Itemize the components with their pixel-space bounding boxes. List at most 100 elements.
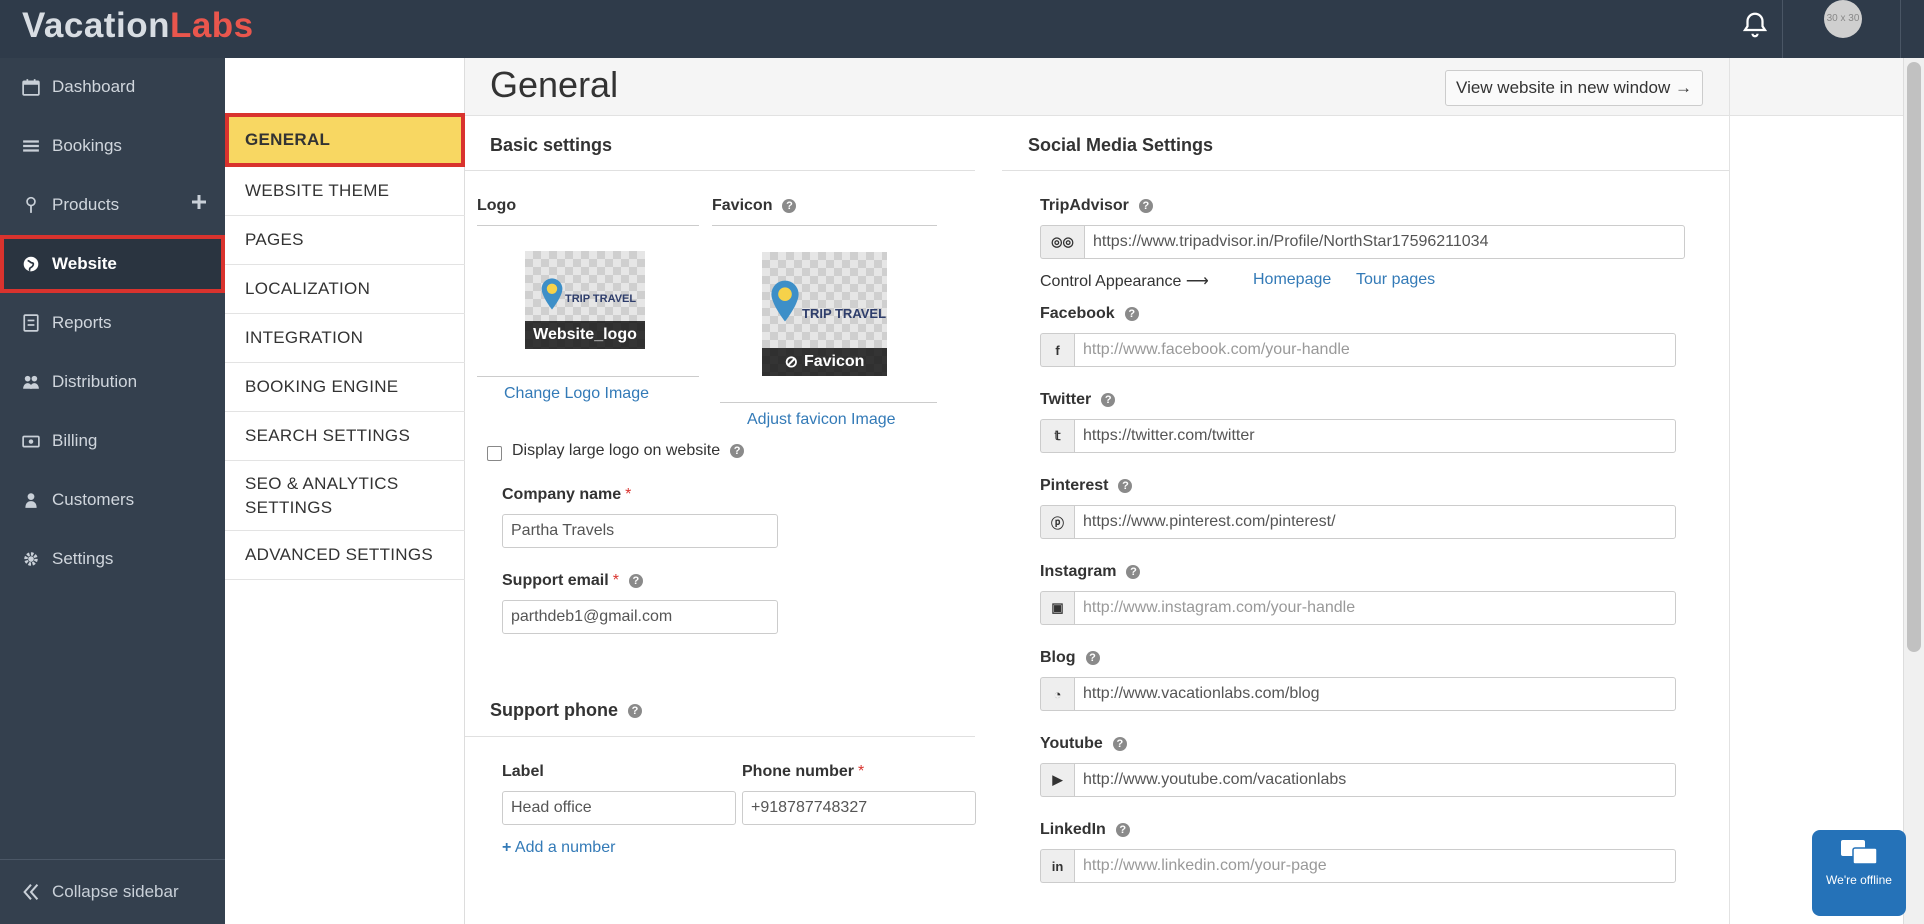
check-circle-icon: ⊘ — [784, 354, 798, 371]
report-icon — [23, 314, 39, 332]
add-number-link[interactable]: + Add a number — [502, 839, 615, 857]
submenu-search-settings[interactable]: SEARCH SETTINGS — [225, 412, 465, 461]
view-website-button[interactable]: View website in new window → — [1445, 70, 1703, 106]
divider — [720, 402, 937, 403]
help-icon[interactable]: ? — [1085, 651, 1100, 665]
support-email-input[interactable]: parthdeb1@gmail.com — [502, 600, 778, 634]
twitter-label: Twitter? — [1040, 391, 1116, 409]
linkedin-input[interactable]: http://www.linkedin.com/your-page — [1074, 849, 1676, 883]
tour-pages-link[interactable]: Tour pages — [1356, 271, 1435, 289]
map-pin-logo-icon — [771, 280, 799, 322]
divider — [1900, 0, 1901, 58]
submenu-integration[interactable]: INTEGRATION — [225, 314, 465, 363]
help-icon[interactable]: ? — [1118, 479, 1133, 493]
tripadvisor-input[interactable]: https://www.tripadvisor.in/Profile/North… — [1084, 225, 1685, 259]
help-icon[interactable]: ? — [1124, 307, 1139, 321]
pinterest-input-group: ⓟ https://www.pinterest.com/pinterest/ — [1040, 505, 1676, 539]
sidebar-item-customers[interactable]: Customers — [0, 471, 225, 529]
main-content: General View website in new window → Bas… — [465, 58, 1729, 924]
help-icon[interactable]: ? — [1101, 393, 1116, 407]
sidebar-item-products[interactable]: Products — [0, 176, 225, 234]
favicon-image[interactable]: TRIP TRAVEL ⊘ Favicon — [762, 252, 887, 376]
twitter-input[interactable]: https://twitter.com/twitter — [1074, 419, 1676, 453]
linkedin-label: LinkedIn? — [1040, 821, 1130, 839]
twitter-icon: 𝕥 — [1040, 419, 1074, 453]
help-icon[interactable]: ? — [1138, 199, 1153, 213]
sidebar-item-bookings[interactable]: Bookings — [0, 117, 225, 175]
homepage-link[interactable]: Homepage — [1253, 271, 1331, 289]
help-icon[interactable]: ? — [1115, 823, 1130, 837]
change-logo-link[interactable]: Change Logo Image — [504, 385, 649, 403]
blog-input-group: ◔ http://www.vacationlabs.com/blog — [1040, 677, 1676, 711]
sidebar-item-dashboard[interactable]: Dashboard — [0, 58, 225, 116]
rss-icon: ◔ — [1040, 677, 1074, 711]
list-icon — [23, 140, 39, 152]
collapse-sidebar-button[interactable]: Collapse sidebar — [0, 859, 225, 924]
pinterest-icon: ⓟ — [1040, 505, 1074, 539]
sidebar-item-distribution[interactable]: Distribution — [0, 353, 225, 411]
right-panel — [1729, 58, 1904, 924]
social-settings-title: Social Media Settings — [1028, 135, 1214, 155]
blog-input[interactable]: http://www.vacationlabs.com/blog — [1074, 677, 1676, 711]
calendar-icon — [22, 79, 40, 96]
vacationlabs-logo[interactable]: VacationLabs — [22, 6, 254, 46]
divider — [477, 225, 699, 226]
page-scrollbar[interactable] — [1903, 58, 1924, 924]
help-icon[interactable]: ? — [730, 444, 745, 458]
facebook-input[interactable]: http://www.facebook.com/your-handle — [1074, 333, 1676, 367]
adjust-favicon-link[interactable]: Adjust favicon Image — [747, 411, 896, 429]
pinterest-label: Pinterest? — [1040, 477, 1133, 495]
chat-widget[interactable]: We're offline — [1812, 830, 1906, 916]
divider — [1782, 0, 1783, 58]
add-product-plus-icon[interactable] — [191, 194, 207, 210]
submenu-advanced-settings[interactable]: ADVANCED SETTINGS — [225, 531, 465, 580]
facebook-input-group: f http://www.facebook.com/your-handle — [1040, 333, 1676, 367]
website-submenu: GENERAL WEBSITE THEME PAGES LOCALIZATION… — [225, 58, 465, 924]
company-name-label: Company name * — [502, 486, 632, 503]
chat-bubble-icon — [1841, 840, 1878, 865]
support-phone-title: Support phone? — [490, 700, 642, 721]
display-large-logo-checkbox[interactable] — [487, 446, 502, 461]
sidebar-item-reports[interactable]: Reports — [0, 294, 225, 352]
submenu-localization[interactable]: LOCALIZATION — [225, 265, 465, 314]
submenu-website-theme[interactable]: WEBSITE THEME — [225, 167, 465, 216]
page-header: General View website in new window → — [465, 58, 1729, 116]
divider — [465, 170, 975, 171]
submenu-pages[interactable]: PAGES — [225, 216, 465, 265]
company-name-input[interactable]: Partha Travels — [502, 514, 778, 548]
divider — [1002, 170, 1729, 171]
sidebar-item-website[interactable]: Website — [0, 235, 225, 293]
bell-icon[interactable] — [1740, 10, 1770, 40]
globe-icon — [23, 256, 39, 272]
youtube-label: Youtube? — [1040, 735, 1127, 753]
help-icon[interactable]: ? — [627, 703, 642, 718]
sidebar-item-settings[interactable]: Settings — [0, 530, 225, 588]
page-title: General — [490, 64, 619, 105]
top-bar: VacationLabs 30 x 30 — [0, 0, 1924, 58]
tripadvisor-label: TripAdvisor? — [1040, 197, 1153, 215]
help-icon[interactable]: ? — [1112, 737, 1127, 751]
submenu-seo-analytics[interactable]: SEO & ANALYTICS SETTINGS — [225, 461, 465, 531]
submenu-general[interactable]: GENERAL — [225, 113, 465, 167]
twitter-input-group: 𝕥 https://twitter.com/twitter — [1040, 419, 1676, 453]
sidebar-item-billing[interactable]: Billing — [0, 412, 225, 470]
control-appearance-label: Control Appearance ⟶ — [1040, 273, 1209, 290]
phone-label-input[interactable]: Head office — [502, 791, 736, 825]
instagram-input[interactable]: http://www.instagram.com/your-handle — [1074, 591, 1676, 625]
users-icon — [23, 375, 39, 389]
phone-number-input[interactable]: +918787748327 — [742, 791, 976, 825]
instagram-icon: ▣ — [1040, 591, 1074, 625]
scrollbar-thumb[interactable] — [1907, 62, 1921, 652]
double-chevron-left-icon — [23, 884, 39, 900]
logo-caption: Website_logo — [525, 321, 645, 349]
divider — [712, 225, 937, 226]
submenu-booking-engine[interactable]: BOOKING ENGINE — [225, 363, 465, 412]
help-icon[interactable]: ? — [782, 199, 797, 213]
avatar[interactable]: 30 x 30 — [1824, 0, 1862, 38]
youtube-input[interactable]: http://www.youtube.com/vacationlabs — [1074, 763, 1676, 797]
help-icon[interactable]: ? — [1126, 565, 1141, 579]
facebook-label: Facebook? — [1040, 305, 1139, 323]
logo-image[interactable]: TRIP TRAVEL Website_logo — [525, 251, 645, 349]
help-icon[interactable]: ? — [628, 574, 643, 588]
pinterest-input[interactable]: https://www.pinterest.com/pinterest/ — [1074, 505, 1676, 539]
